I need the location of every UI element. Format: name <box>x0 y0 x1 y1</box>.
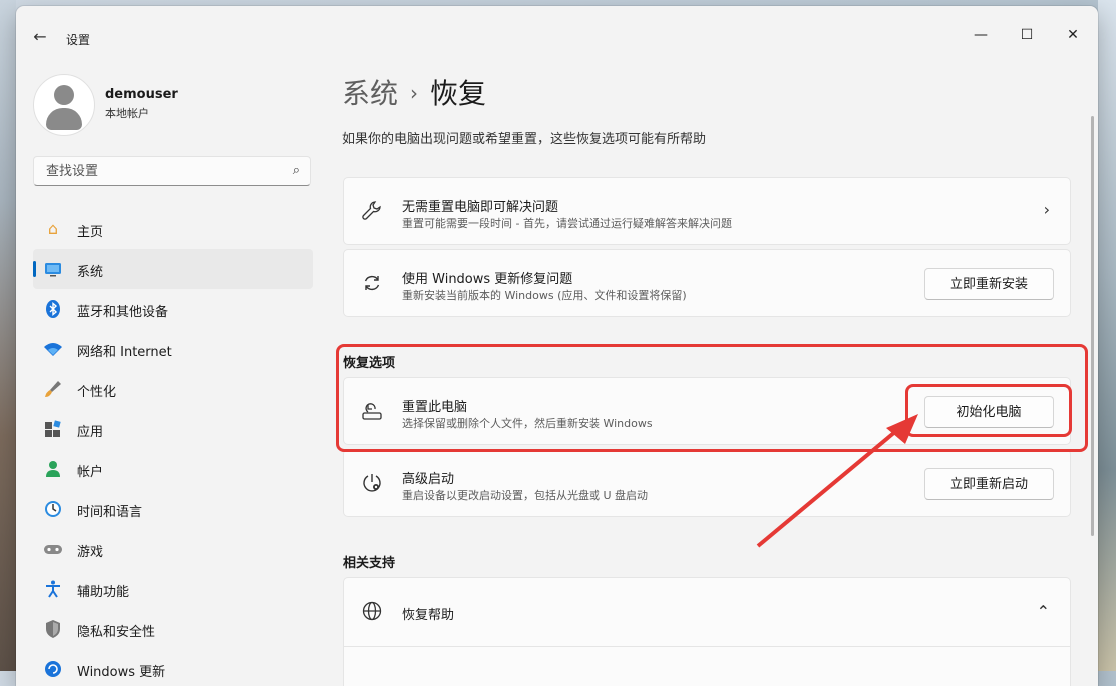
maximize-button[interactable]: ☐ <box>1004 20 1050 50</box>
related-support-header: 相关支持 <box>343 556 396 571</box>
sidebar-item-bluetooth[interactable]: 蓝牙和其他设备 <box>33 289 313 329</box>
desktop-wallpaper-left <box>0 0 16 671</box>
card-divider <box>344 646 1070 647</box>
sidebar-item-home[interactable]: ⌂ 主页 <box>33 209 313 249</box>
card-subtitle: 重新安装当前版本的 Windows (应用、文件和设置将保留) <box>402 289 687 302</box>
sidebar-item-label: 网络和 Internet <box>77 345 172 360</box>
page-description: 如果你的电脑出现问题或希望重置，这些恢复选项可能有所帮助 <box>342 132 707 147</box>
accessibility-icon <box>43 579 63 599</box>
chevron-right-icon: › <box>1043 200 1050 219</box>
active-indicator <box>33 261 36 277</box>
advanced-startup-card: 高级启动 重启设备以更改启动设置，包括从光盘或 U 盘启动 立即重新启动 <box>343 449 1071 517</box>
reset-pc-button[interactable]: 初始化电脑 <box>924 396 1054 428</box>
minimize-button[interactable]: — <box>958 20 1004 50</box>
monitor-icon <box>43 259 63 279</box>
card-subtitle: 重启设备以更改启动设置，包括从光盘或 U 盘启动 <box>402 489 649 502</box>
page-title: 恢复 <box>430 77 487 110</box>
back-icon[interactable]: ← <box>30 27 50 46</box>
desktop-wallpaper-right <box>1098 0 1116 671</box>
card-subtitle: 重置可能需要一段时间 - 首先，请尝试通过运行疑难解答来解决问题 <box>402 217 732 230</box>
scrollbar[interactable] <box>1091 116 1094 536</box>
card-title: 高级启动 <box>402 472 455 487</box>
clock-globe-icon <box>43 499 63 519</box>
sidebar-item-privacy[interactable]: 隐私和安全性 <box>33 609 313 649</box>
restart-now-button[interactable]: 立即重新启动 <box>924 468 1054 500</box>
title-bar: ← 设置 — ☐ ✕ <box>16 6 1098 54</box>
user-name: demouser <box>105 87 178 102</box>
gamepad-icon <box>43 539 63 559</box>
breadcrumb: 系统 › 恢复 <box>342 72 486 112</box>
apps-icon <box>43 419 63 439</box>
breadcrumb-parent[interactable]: 系统 <box>342 77 398 110</box>
sidebar-item-label: 蓝牙和其他设备 <box>77 305 169 320</box>
app-title: 设置 <box>66 33 91 47</box>
recovery-help-card[interactable]: 恢复帮助 ⌃ <box>343 577 1071 686</box>
card-title: 无需重置电脑即可解决问题 <box>402 200 559 215</box>
sidebar-item-label: 辅助功能 <box>77 585 130 600</box>
sidebar-item-windows-update[interactable]: Windows 更新 <box>33 649 313 686</box>
refresh-icon <box>360 272 384 296</box>
breadcrumb-separator: › <box>410 81 419 105</box>
sidebar-item-label: 帐户 <box>77 465 104 480</box>
reset-pc-icon <box>360 400 384 424</box>
person-icon <box>43 459 63 479</box>
advanced-startup-icon <box>360 472 384 496</box>
card-title: 使用 Windows 更新修复问题 <box>402 272 573 287</box>
sidebar-item-label: 隐私和安全性 <box>77 625 156 640</box>
reinstall-now-button[interactable]: 立即重新安装 <box>924 268 1054 300</box>
sidebar-item-network[interactable]: 网络和 Internet <box>33 329 313 369</box>
close-button[interactable]: ✕ <box>1050 20 1096 50</box>
shield-icon <box>43 619 63 639</box>
sidebar-item-label: 应用 <box>77 425 104 440</box>
sidebar-item-accounts[interactable]: 帐户 <box>33 449 313 489</box>
sidebar-item-label: 系统 <box>77 265 104 280</box>
windows-update-fix-card: 使用 Windows 更新修复问题 重新安装当前版本的 Windows (应用、… <box>343 249 1071 317</box>
account-type: 本地帐户 <box>105 107 149 120</box>
wifi-icon <box>43 339 63 359</box>
sidebar-item-label: 游戏 <box>77 545 104 560</box>
brush-icon <box>43 379 63 399</box>
card-title: 恢复帮助 <box>402 608 455 623</box>
avatar <box>33 74 95 136</box>
search-icon[interactable]: ⌕ <box>293 163 300 178</box>
update-icon <box>43 659 63 679</box>
home-icon: ⌂ <box>47 219 59 238</box>
sidebar-nav: ⌂ 主页 系统 蓝牙和其他设备 网络和 Internet 个性化 应用 帐户 时… <box>33 209 313 686</box>
troubleshoot-card[interactable]: 无需重置电脑即可解决问题 重置可能需要一段时间 - 首先，请尝试通过运行疑难解答… <box>343 177 1071 245</box>
sidebar-item-system[interactable]: 系统 <box>33 249 313 289</box>
globe-icon <box>360 600 384 624</box>
sidebar-item-personalization[interactable]: 个性化 <box>33 369 313 409</box>
recovery-options-header: 恢复选项 <box>343 356 396 371</box>
sidebar-item-time-language[interactable]: 时间和语言 <box>33 489 313 529</box>
sidebar-item-gaming[interactable]: 游戏 <box>33 529 313 569</box>
sidebar-item-label: 个性化 <box>77 385 117 400</box>
sidebar-item-label: 时间和语言 <box>77 505 143 520</box>
bluetooth-icon <box>43 299 63 319</box>
search-box[interactable]: ⌕ <box>33 156 311 186</box>
settings-window: ← 设置 — ☐ ✕ demouser 本地帐户 ⌕ ⌂ 主页 系统 <box>16 6 1098 686</box>
search-input[interactable] <box>44 163 278 180</box>
reset-pc-card: 重置此电脑 选择保留或删除个人文件，然后重新安装 Windows 初始化电脑 <box>343 377 1071 445</box>
chevron-up-icon[interactable]: ⌃ <box>1037 602 1050 621</box>
sidebar-item-accessibility[interactable]: 辅助功能 <box>33 569 313 609</box>
sidebar-item-label: 主页 <box>77 225 104 240</box>
card-title: 重置此电脑 <box>402 400 468 415</box>
sidebar-item-apps[interactable]: 应用 <box>33 409 313 449</box>
wrench-icon <box>360 200 384 224</box>
card-subtitle: 选择保留或删除个人文件，然后重新安装 Windows <box>402 417 653 430</box>
